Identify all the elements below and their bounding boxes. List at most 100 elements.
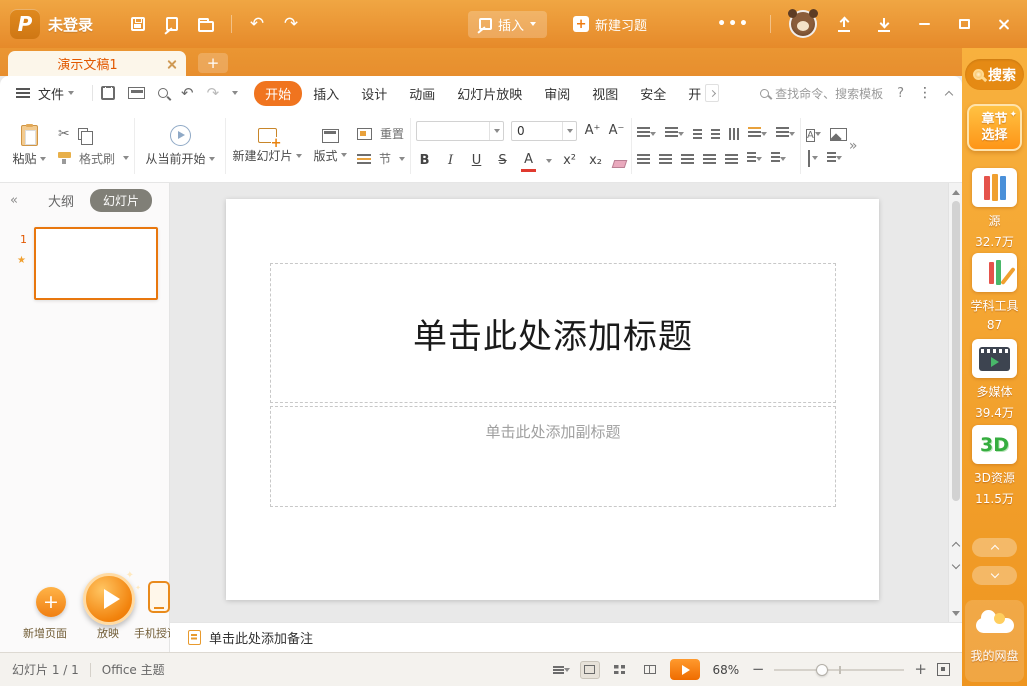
sidebar-scroll-down-button[interactable] <box>972 566 1017 585</box>
font-family-combo[interactable] <box>416 121 504 141</box>
section-button[interactable]: 节 <box>357 150 405 167</box>
vertical-spacing-button[interactable] <box>771 151 786 166</box>
ribbon-expand-button[interactable]: » <box>849 138 858 154</box>
menu-tab-animation[interactable]: 动画 <box>398 81 446 106</box>
copy-icon[interactable] <box>78 128 88 140</box>
save-button[interactable] <box>121 9 155 39</box>
new-page-button[interactable]: + <box>36 587 66 617</box>
export-button[interactable] <box>155 9 189 39</box>
picture-icon[interactable] <box>830 128 847 141</box>
play-slideshow-button[interactable]: ✦ ✦ <box>83 573 135 625</box>
notes-placeholder[interactable]: 单击此处添加备注 <box>209 628 313 647</box>
notes-bar[interactable]: 单击此处添加备注 <box>170 622 962 652</box>
more-menu-button[interactable]: ••• <box>711 19 756 29</box>
sidebar-item-3d-resource[interactable]: 3D 3D资源 11.5万 <box>962 425 1027 507</box>
menu-tab-design[interactable]: 设计 <box>350 81 398 106</box>
sidebar-item-lesson-resource[interactable]: 源 32.7万 <box>962 168 1027 250</box>
theme-name[interactable]: Office 主题 <box>102 661 165 678</box>
sidebar-scroll-up-button[interactable] <box>972 538 1017 557</box>
subtitle-placeholder[interactable]: 单击此处添加副标题 <box>270 406 836 507</box>
tab-slides[interactable]: 幻灯片 <box>90 189 152 212</box>
distribute-icon[interactable] <box>725 154 738 156</box>
file-menu[interactable]: 文件 <box>38 84 74 103</box>
scrollbar-thumb[interactable] <box>952 201 960 501</box>
align-right-icon[interactable] <box>681 154 694 156</box>
sidebar-search-button[interactable]: 搜索 <box>965 59 1024 90</box>
shape-fill-button[interactable] <box>806 151 818 166</box>
strikethrough-button[interactable]: S <box>494 152 511 170</box>
numbered-list-button[interactable] <box>665 126 684 141</box>
avatar[interactable] <box>789 10 817 38</box>
menu-tab-view[interactable]: 视图 <box>581 81 629 106</box>
paragraph-settings-button[interactable] <box>776 126 795 141</box>
vertical-scrollbar[interactable] <box>948 183 962 622</box>
document-tab[interactable]: 演示文稿1 <box>8 51 186 76</box>
command-search[interactable]: 查找命令、搜索模板 <box>760 85 883 102</box>
zoom-slider-knob[interactable] <box>816 664 828 676</box>
maximize-button[interactable] <box>947 9 981 39</box>
decrease-indent-icon[interactable] <box>693 129 702 131</box>
reset-button[interactable]: 重置 <box>357 125 405 142</box>
menu-tab-clipped[interactable]: 开 <box>677 81 703 106</box>
tab-outline[interactable]: 大纲 <box>48 191 74 210</box>
zoom-slider[interactable] <box>774 663 904 677</box>
print-preview-icon[interactable] <box>158 88 168 98</box>
play-from-current-button[interactable]: 从当前开始 <box>140 115 220 177</box>
menu-tab-insert[interactable]: 插入 <box>302 81 350 106</box>
undo-button[interactable]: ↶ <box>240 9 274 39</box>
next-slide-button[interactable] <box>949 557 962 575</box>
new-tab-button[interactable]: + <box>198 53 228 73</box>
previous-slide-button[interactable] <box>949 535 962 553</box>
align-center-icon[interactable] <box>659 154 672 156</box>
slide-editor[interactable]: 单击此处添加标题 单击此处添加副标题 <box>226 199 879 600</box>
clear-format-icon[interactable] <box>612 160 628 168</box>
line-spacing-button[interactable] <box>747 151 762 166</box>
menu-tab-slideshow[interactable]: 幻灯片放映 <box>446 81 533 106</box>
quick-access-more-icon[interactable] <box>232 91 238 95</box>
print-icon[interactable] <box>128 87 145 99</box>
hamburger-icon[interactable] <box>16 88 30 90</box>
collapse-ribbon-button[interactable] <box>945 90 953 98</box>
zoom-in-button[interactable]: + <box>914 662 927 677</box>
zoom-out-button[interactable]: − <box>752 662 765 677</box>
open-folder-button[interactable] <box>189 9 223 39</box>
font-color-dropdown[interactable] <box>546 159 552 163</box>
login-status[interactable]: 未登录 <box>48 14 93 35</box>
paste-button[interactable]: 粘贴 <box>4 115 54 177</box>
menu-tab-review[interactable]: 审阅 <box>533 81 581 106</box>
grow-font-button[interactable]: A⁺ <box>584 122 601 140</box>
notes-toggle-button[interactable] <box>553 663 570 677</box>
redo-small-icon[interactable]: ↷ <box>207 84 220 102</box>
slide-thumbnail[interactable] <box>34 227 158 300</box>
menu-tab-security[interactable]: 安全 <box>629 81 677 106</box>
align-left-icon[interactable] <box>637 154 650 156</box>
menubar-more-button[interactable]: ⋮ <box>918 85 932 101</box>
close-button[interactable] <box>987 9 1021 39</box>
app-logo[interactable]: P <box>10 9 40 39</box>
zoom-level[interactable]: 68% <box>710 663 742 677</box>
undo-small-icon[interactable]: ↶ <box>181 84 194 102</box>
bold-button[interactable]: B <box>416 152 433 170</box>
slide-star-icon[interactable]: ★ <box>17 255 26 266</box>
shrink-font-button[interactable]: A⁻ <box>608 122 625 140</box>
format-painter-button[interactable]: 格式刷 <box>58 150 129 167</box>
scroll-up-button[interactable] <box>949 183 962 199</box>
title-placeholder[interactable]: 单击此处添加标题 <box>270 263 836 403</box>
font-color-button[interactable]: A <box>520 151 537 171</box>
slide-sorter-button[interactable] <box>610 661 630 679</box>
columns-button[interactable] <box>748 126 767 141</box>
minimize-button[interactable] <box>907 9 941 39</box>
quick-save-icon[interactable] <box>101 86 115 100</box>
help-button[interactable]: ? <box>897 86 904 101</box>
menu-tab-home[interactable]: 开始 <box>254 81 302 106</box>
increase-indent-icon[interactable] <box>711 129 720 131</box>
new-slide-button[interactable]: 新建幻灯片 <box>231 115 303 177</box>
cut-icon[interactable]: ✂ <box>58 126 70 142</box>
panel-collapse-button[interactable]: « <box>10 193 18 208</box>
reading-view-button[interactable] <box>640 661 660 679</box>
fit-to-window-button[interactable] <box>937 663 950 676</box>
download-button[interactable] <box>867 9 901 39</box>
italic-button[interactable]: I <box>442 152 459 170</box>
insert-quick-button[interactable]: 插入 <box>468 11 547 38</box>
redo-button[interactable]: ↷ <box>274 9 308 39</box>
